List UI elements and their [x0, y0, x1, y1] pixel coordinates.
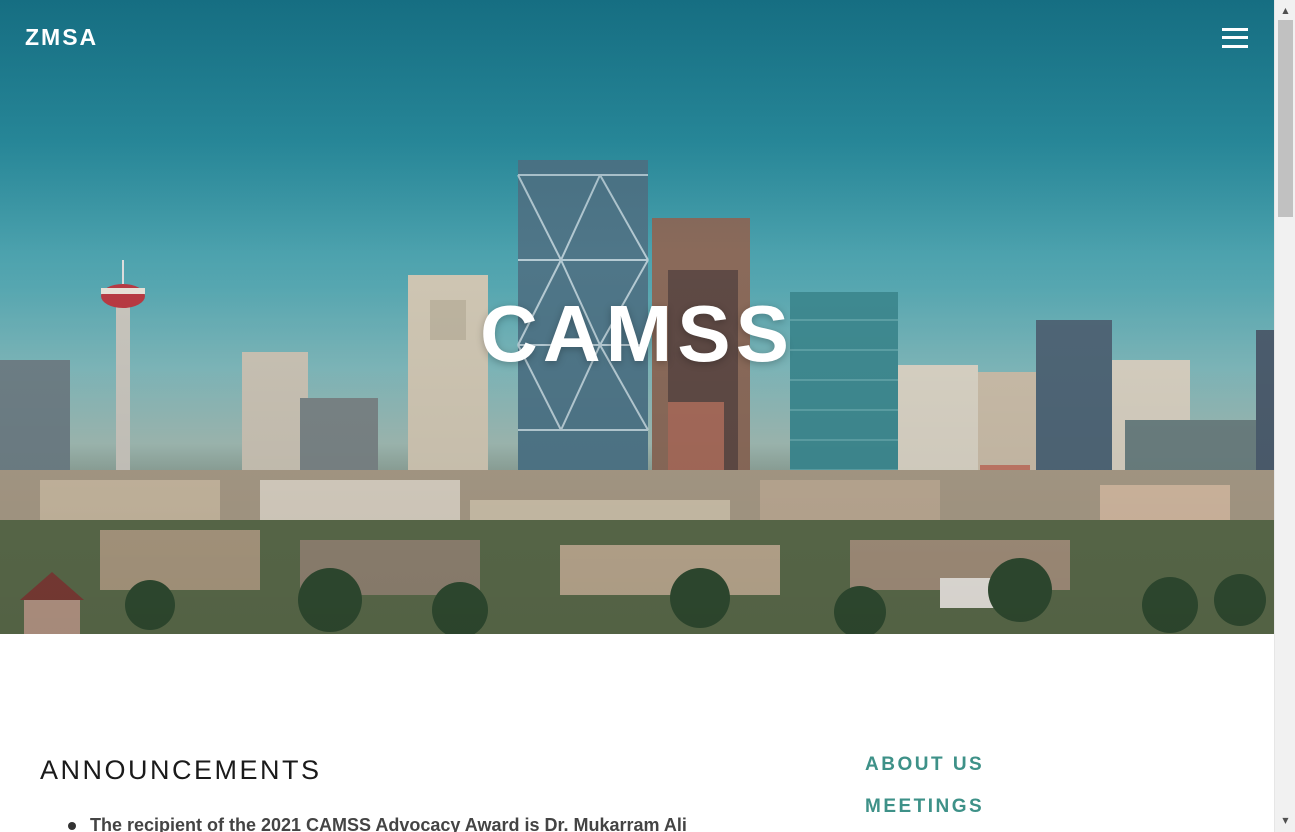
announcement-item: The recipient of the 2021 CAMSS Advocacy…	[66, 812, 806, 832]
menu-bar	[1222, 45, 1248, 48]
hero-title: CAMSS	[480, 289, 794, 378]
vertical-scrollbar[interactable]: ▲ ▼	[1274, 0, 1295, 832]
announcements-list: The recipient of the 2021 CAMSS Advocacy…	[66, 812, 806, 832]
menu-bar	[1222, 28, 1248, 31]
hero-banner: ZMSA CAMSS	[0, 0, 1274, 634]
scroll-down-arrow-icon[interactable]: ▼	[1275, 812, 1295, 829]
scrollbar-thumb[interactable]	[1278, 20, 1293, 217]
site-logo[interactable]: ZMSA	[25, 24, 98, 51]
announcements-heading: ANNOUNCEMENTS	[40, 755, 322, 785]
hamburger-menu-icon[interactable]	[1218, 24, 1252, 52]
side-nav-about-us[interactable]: ABOUT US	[865, 754, 984, 776]
page: ZMSA CAMSS ANNOUNCEMENTS The recipient o…	[0, 0, 1295, 832]
side-nav-meetings[interactable]: MEETINGS	[865, 796, 984, 818]
scroll-up-arrow-icon[interactable]: ▲	[1275, 2, 1295, 19]
menu-bar	[1222, 36, 1248, 39]
side-nav: ABOUT US MEETINGS	[865, 754, 984, 832]
